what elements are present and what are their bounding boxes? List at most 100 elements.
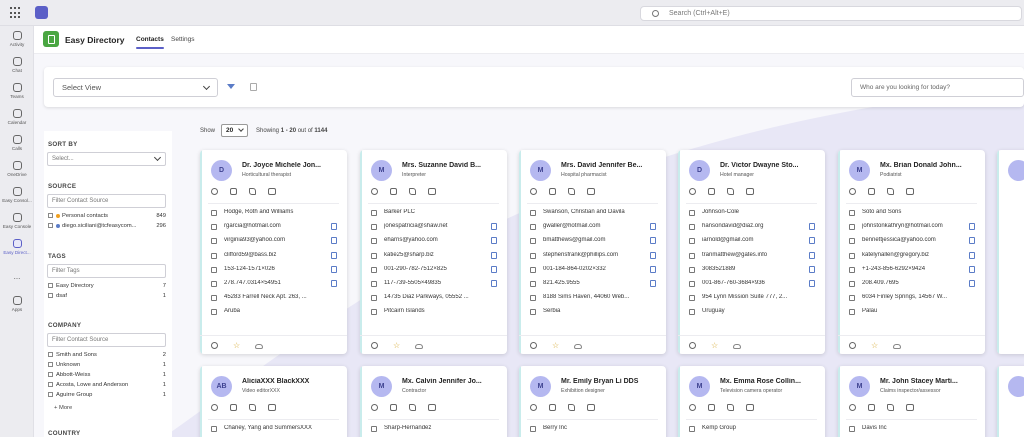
video-call-icon[interactable] [390,404,397,411]
contact-card-icon[interactable] [906,188,914,195]
cloud-icon[interactable] [893,344,901,349]
cloud-icon[interactable] [255,344,263,349]
add-icon[interactable] [689,342,696,349]
company-item[interactable]: Abbott-Weiss 1 [48,372,166,380]
copy-icon[interactable] [331,265,337,273]
copy-icon[interactable] [809,237,815,245]
rail-apps[interactable]: Apps [0,296,34,312]
chat-icon[interactable] [689,404,696,411]
phone-icon[interactable] [568,188,575,195]
copy-icon[interactable] [650,223,656,231]
copy-icon[interactable] [650,251,656,259]
copy-icon[interactable] [650,280,656,287]
chat-icon[interactable] [530,188,537,195]
contact-card-icon[interactable] [587,404,595,411]
phone-icon[interactable] [409,404,416,411]
phone-icon[interactable] [727,404,734,411]
copy-icon[interactable] [969,280,975,287]
contact-card-icon[interactable] [268,188,276,195]
rail-calendar[interactable]: Calendar [0,109,34,125]
chat-icon[interactable] [371,188,378,195]
company-item[interactable]: Smith and Sons 2 [48,352,166,360]
contact-card[interactable] [997,150,1024,354]
tag-item-dsaf[interactable]: dsaf 1 [48,293,166,301]
filter-icon[interactable] [227,84,235,91]
star-icon[interactable]: ☆ [552,342,559,350]
copy-icon[interactable] [809,223,815,231]
source-item-diego[interactable]: diego.siciliani@tcfeasycom... 296 [48,223,166,231]
rail-onedrive[interactable]: OneDrive [0,161,34,177]
star-icon[interactable]: ☆ [233,342,240,350]
contact-card[interactable]: M Mrs. Suzanne David B... Interpreter Bark… [360,150,507,354]
video-call-icon[interactable] [708,188,715,195]
phone-icon[interactable] [249,404,256,411]
checkbox[interactable] [48,382,53,387]
contact-card[interactable]: AB AliciaXXX BlackXXX Video editorXXX Chan… [200,366,347,437]
copy-icon[interactable] [491,280,497,287]
phone-icon[interactable] [887,188,894,195]
copy-icon[interactable] [650,237,656,245]
copy-icon[interactable] [331,251,337,259]
star-icon[interactable]: ☆ [711,342,718,350]
copy-icon[interactable] [491,237,497,245]
contact-name[interactable]: Dr. Victor Dwayne Sto... [720,162,820,169]
global-search-input[interactable]: Search (Ctrl+Alt+E) [640,6,1022,21]
contact-name[interactable]: Dr. Joyce Michele Jon... [242,162,342,169]
checkbox[interactable] [48,223,53,228]
company-item[interactable]: Aguirre Group 1 [48,392,166,400]
copy-icon[interactable] [491,251,497,259]
phone-icon[interactable] [727,188,734,195]
contact-card[interactable]: M Mr. Emily Bryan Li DDS Exhibition design… [519,366,666,437]
add-icon[interactable] [530,342,537,349]
contact-name[interactable]: AliciaXXX BlackXXX [242,378,342,385]
chat-icon[interactable] [849,188,856,195]
contact-name[interactable]: Mx. Emma Rose Collin... [720,378,820,385]
copy-icon[interactable] [650,265,656,273]
contact-name[interactable]: Mx. Calvin Jennifer Jo... [402,378,502,385]
add-icon[interactable] [211,342,218,349]
rail-chat[interactable]: Chat [0,57,34,73]
checkbox[interactable] [48,213,53,218]
contact-card[interactable]: D Dr. Victor Dwayne Sto... Hotel manager J… [678,150,825,354]
add-icon[interactable] [371,342,378,349]
company-item[interactable]: Acosta, Lowe and Anderson 1 [48,382,166,390]
cloud-icon[interactable] [415,344,423,349]
rail-calls[interactable]: Calls [0,135,34,151]
copy-icon[interactable] [809,265,815,273]
chat-icon[interactable] [689,188,696,195]
video-call-icon[interactable] [230,404,237,411]
video-call-icon[interactable] [868,404,875,411]
checkbox[interactable] [48,362,53,367]
copy-icon[interactable] [969,223,975,231]
cloud-icon[interactable] [733,344,741,349]
rail-easy-directory[interactable]: Easy Direct... [0,239,34,255]
chat-icon[interactable] [211,188,218,195]
contact-card[interactable]: D Dr. Joyce Michele Jon... Horticultural t… [200,150,347,354]
app-launcher-icon[interactable] [10,7,22,19]
checkbox[interactable] [48,283,53,288]
tag-item-easy-directory[interactable]: Easy Directory 7 [48,283,166,291]
contact-card-icon[interactable] [428,188,436,195]
video-call-icon[interactable] [549,404,556,411]
contact-card-icon[interactable] [587,188,595,195]
copy-icon[interactable] [331,223,337,231]
checkbox[interactable] [48,293,53,298]
save-view-icon[interactable] [250,83,257,91]
contact-card[interactable]: M Mr. John Stacey Marti... Claims inspecto… [838,366,985,437]
add-icon[interactable] [849,342,856,349]
chat-icon[interactable] [371,404,378,411]
copy-icon[interactable] [969,251,975,259]
video-call-icon[interactable] [230,188,237,195]
copy-icon[interactable] [969,265,975,273]
company-filter-input[interactable]: Filter Contact Source [47,333,166,347]
contact-name[interactable]: Mr. Emily Bryan Li DDS [561,378,661,385]
checkbox[interactable] [48,392,53,397]
contact-card-icon[interactable] [906,404,914,411]
copy-icon[interactable] [491,223,497,231]
page-size-select[interactable]: 20 [221,124,248,137]
contact-card[interactable] [997,366,1024,437]
copy-icon[interactable] [809,251,815,259]
company-more-link[interactable]: + More [54,405,72,411]
contact-card-icon[interactable] [746,188,754,195]
video-call-icon[interactable] [868,188,875,195]
